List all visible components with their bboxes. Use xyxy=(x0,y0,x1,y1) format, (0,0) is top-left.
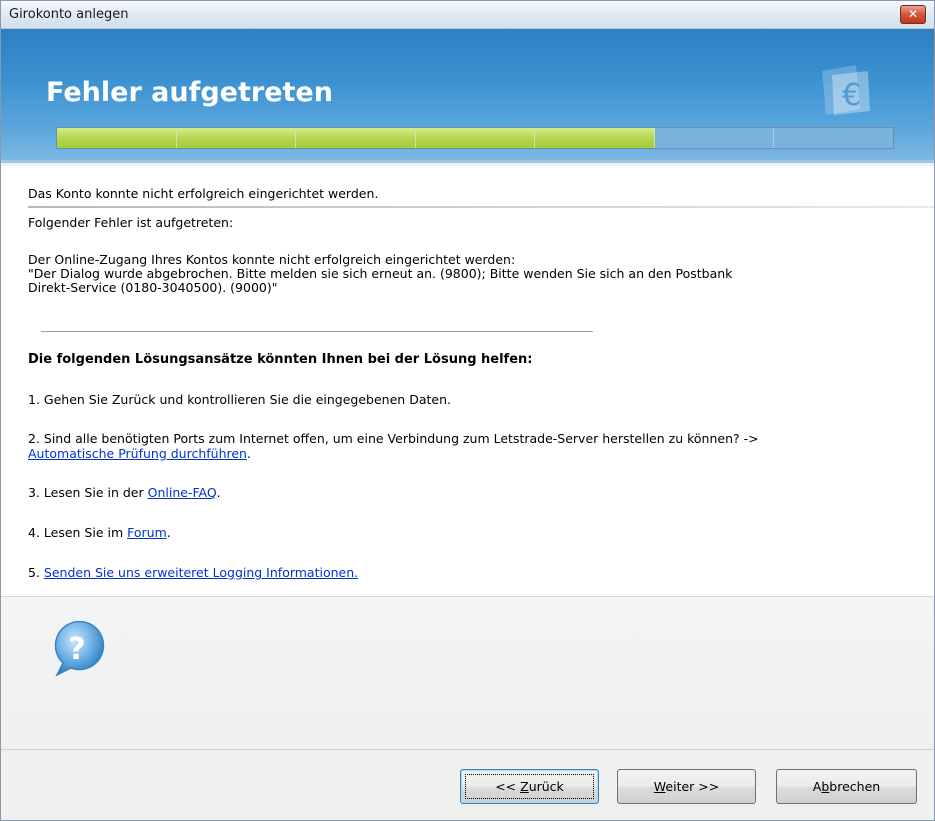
punctuation: . xyxy=(246,446,251,461)
punctuation: . xyxy=(166,525,171,540)
divider xyxy=(41,331,593,332)
euro-card-icon: € xyxy=(822,65,870,115)
online-faq-link[interactable]: Online-FAQ xyxy=(148,485,217,500)
wizard-progress-bar xyxy=(56,127,894,149)
wizard-window: Girokonto anlegen ✕ Fehler aufgetreten €… xyxy=(0,0,935,821)
content-area: Das Konto konnte nicht erfolgreich einge… xyxy=(1,166,934,596)
progress-step xyxy=(176,128,297,148)
cancel-button-label: brechen xyxy=(829,779,881,794)
auto-check-link[interactable]: Automatische Prüfung durchführen xyxy=(28,446,247,461)
solutions-heading: Die folgenden Lösungsansätze könnten Ihn… xyxy=(28,352,533,367)
window-title: Girokonto anlegen xyxy=(9,7,129,22)
solution-item-text: 2. Sind alle benötigten Ports zum Intern… xyxy=(28,431,759,446)
focus-rectangle xyxy=(465,774,594,799)
page-title: Fehler aufgetreten xyxy=(46,77,333,108)
svg-text:?: ? xyxy=(68,632,85,667)
progress-step xyxy=(655,128,775,148)
error-detail-line: Der Online-Zugang Ihres Kontos konnte ni… xyxy=(28,252,516,267)
next-button-mnemonic: W xyxy=(653,779,666,794)
title-bar[interactable]: Girokonto anlegen ✕ xyxy=(1,1,934,29)
next-button[interactable]: Weiter >> xyxy=(617,769,756,804)
progress-step xyxy=(415,128,536,148)
progress-step xyxy=(296,128,416,148)
send-logging-link[interactable]: Senden Sie uns erweiteret Logging Inform… xyxy=(44,565,358,580)
close-button[interactable]: ✕ xyxy=(900,5,926,24)
progress-step xyxy=(535,128,655,148)
solution-item: 5. Senden Sie uns erweiteret Logging Inf… xyxy=(28,565,358,580)
wizard-header: Fehler aufgetreten € xyxy=(1,29,934,163)
back-button[interactable]: << Zurück xyxy=(460,769,599,804)
solution-item-text: 4. Lesen Sie im xyxy=(28,525,128,540)
punctuation: . xyxy=(216,485,221,500)
solution-item-text: 3. Lesen Sie in der xyxy=(28,485,148,500)
progress-step xyxy=(774,128,893,148)
svg-text:€: € xyxy=(842,78,861,113)
next-button-label: eiter >> xyxy=(665,779,720,794)
status-message: Das Konto konnte nicht erfolgreich einge… xyxy=(28,186,379,201)
divider xyxy=(28,206,934,208)
help-icon[interactable]: ? xyxy=(49,621,105,681)
solution-item: 1. Gehen Sie Zurück und kontrollieren Si… xyxy=(28,392,451,407)
solution-item: 4. Lesen Sie im Forum. xyxy=(28,525,171,540)
error-label: Folgender Fehler ist aufgetreten: xyxy=(28,215,234,230)
help-panel: ? xyxy=(1,596,934,731)
cancel-button[interactable]: Abbrechen xyxy=(776,769,917,804)
progress-step xyxy=(57,128,177,148)
button-bar: << Zurück Weiter >> Abbrechen xyxy=(1,749,934,820)
error-detail-line: "Der Dialog wurde abgebrochen. Bitte mel… xyxy=(28,266,733,281)
solution-item: 3. Lesen Sie in der Online-FAQ. xyxy=(28,485,221,500)
forum-link[interactable]: Forum xyxy=(127,525,167,540)
error-detail-line: Direkt-Service (0180-3040500). (9000)" xyxy=(28,280,278,295)
solution-item-text: 5. xyxy=(28,565,44,580)
solution-item: Automatische Prüfung durchführen. xyxy=(28,446,251,461)
